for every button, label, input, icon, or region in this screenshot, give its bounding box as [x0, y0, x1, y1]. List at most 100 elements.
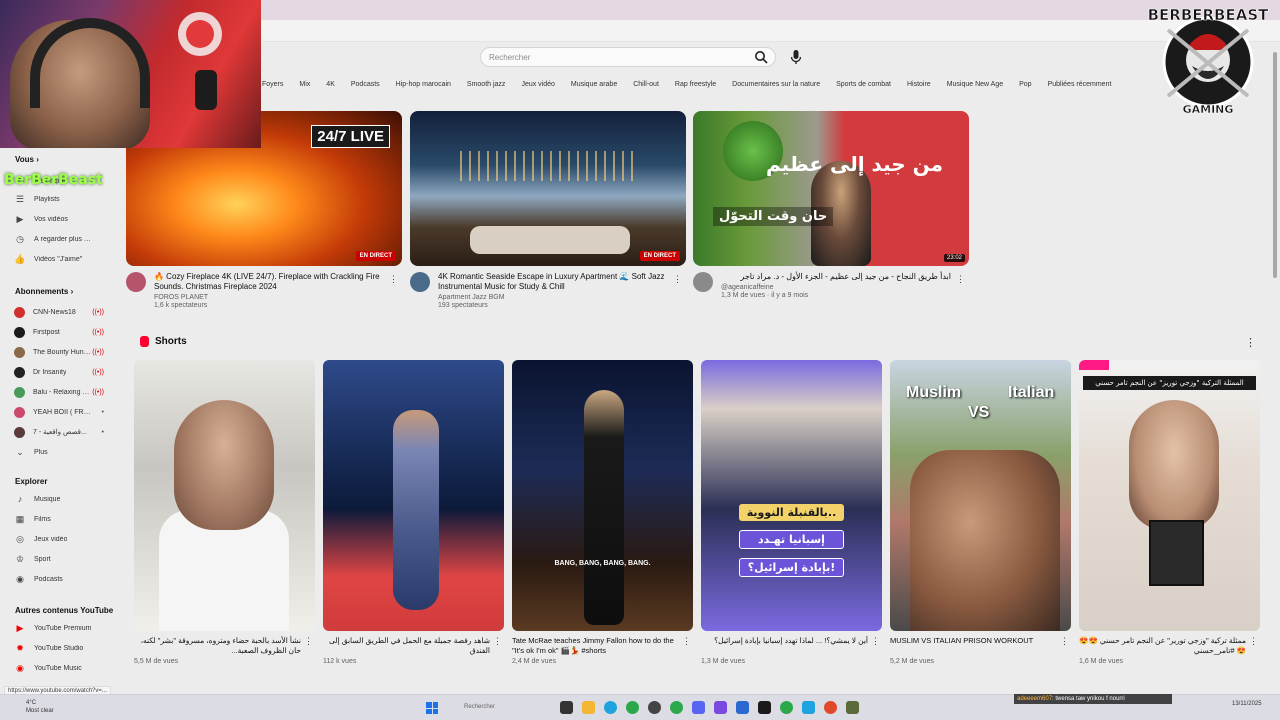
more-options-icon[interactable]: ⋮	[493, 636, 502, 647]
sidebar-item-premium[interactable]: ▶ YouTube Premium	[14, 621, 110, 635]
sidebar-item-subscription[interactable]: Dr Insanity ((•))	[14, 365, 110, 379]
chip-podcasts[interactable]: Podcasts	[351, 78, 380, 92]
app-icon[interactable]	[714, 701, 727, 714]
microphone-icon[interactable]	[789, 49, 803, 65]
more-options-icon[interactable]: ⋮	[682, 636, 691, 647]
more-options-icon[interactable]: ⋮	[1060, 636, 1069, 647]
file-explorer-icon[interactable]	[582, 701, 595, 714]
obs-icon[interactable]	[648, 701, 661, 714]
avatar[interactable]	[126, 272, 146, 292]
short-card[interactable]: الممثلة التركية "وزجي توريز" عن النجم تا…	[1079, 360, 1260, 665]
sidebar-item-films[interactable]: ▦ Films	[14, 512, 110, 526]
chip-hip-hop[interactable]: Hip-hop marocain	[396, 78, 451, 92]
sidebar-item-liked[interactable]: 👍 Vidéos "J'aime"	[14, 252, 110, 266]
chip-foyers[interactable]: Foyers	[262, 78, 283, 92]
clock[interactable]: 13/11/2025	[1232, 700, 1262, 708]
chip-histoire[interactable]: Histoire	[907, 78, 931, 92]
chip-jeux-video[interactable]: Jeux vidéo	[521, 78, 554, 92]
short-card[interactable]: بالقنبلة النووية.. إسبانيا تهـدد بإبادة …	[701, 360, 882, 665]
chip-recent[interactable]: Publiées récemment	[1048, 78, 1112, 92]
app-icon[interactable]	[824, 701, 837, 714]
chip-pop[interactable]: Pop	[1019, 78, 1031, 92]
more-options-icon[interactable]: ⋮	[1249, 636, 1258, 647]
short-thumbnail[interactable]	[323, 360, 504, 631]
weather-widget[interactable]: 4°C Most clear	[26, 699, 54, 715]
avatar[interactable]	[410, 272, 430, 292]
short-thumbnail[interactable]: بالقنبلة النووية.. إسبانيا تهـدد بإبادة …	[701, 360, 882, 631]
sidebar-item-subscription[interactable]: Balu - Relaxing N... ((•))	[14, 385, 110, 399]
sidebar-item-subscription[interactable]: The Bounty Hunt... ((•))	[14, 345, 110, 359]
sidebar-item-sport[interactable]: ♔ Sport	[14, 552, 110, 566]
chip-new-age[interactable]: Musique New Age	[947, 78, 1003, 92]
sidebar-item-subscription[interactable]: YEAH BOII ( FRA... •	[14, 405, 110, 419]
chip-sports-combat[interactable]: Sports de combat	[836, 78, 891, 92]
video-title[interactable]: 4K Romantic Seaside Escape in Luxury Apa…	[438, 272, 668, 292]
short-title[interactable]: Tate McRae teaches Jimmy Fallon how to d…	[512, 636, 679, 656]
channel-name[interactable]: Apartment Jazz BGM	[438, 294, 668, 301]
short-thumbnail[interactable]: الممثلة التركية "وزجي توريز" عن النجم تا…	[1079, 360, 1260, 631]
more-options-icon[interactable]: ⋮	[956, 274, 965, 285]
chip-chill-out[interactable]: Chill-out	[633, 78, 659, 92]
sidebar-item-subscription[interactable]: Firstpost ((•))	[14, 325, 110, 339]
sidebar-section-you[interactable]: Vous ›	[15, 155, 39, 164]
chip-rap-freestyle[interactable]: Rap freestyle	[675, 78, 716, 92]
app-icon[interactable]	[846, 701, 859, 714]
scrollbar-thumb[interactable]	[1273, 52, 1277, 278]
sidebar-item-gaming[interactable]: ◎ Jeux vidéo	[14, 532, 110, 546]
channel-name[interactable]: @ageanicaffeine	[721, 284, 951, 291]
terminal-icon[interactable]	[758, 701, 771, 714]
short-title[interactable]: ممثلة تركية "وزجي تورير" عن النجم تامر ح…	[1079, 636, 1246, 656]
chrome-icon[interactable]	[626, 701, 639, 714]
short-thumbnail[interactable]: BANG, BANG, BANG, BANG.	[512, 360, 693, 631]
discord-icon[interactable]	[692, 701, 705, 714]
short-thumbnail[interactable]	[134, 360, 315, 631]
more-options-icon[interactable]: ⋮	[871, 636, 880, 647]
sidebar-item-more[interactable]: ⌄ Plus	[14, 445, 110, 459]
short-card[interactable]: Muslim VS Italian MUSLIM VS ITALIAN PRIS…	[890, 360, 1071, 665]
taskbar-search[interactable]: Rechercher	[450, 701, 550, 715]
short-card[interactable]: BANG, BANG, BANG, BANG. Tate McRae teach…	[512, 360, 693, 665]
chip-mix[interactable]: Mix	[299, 78, 310, 92]
sidebar-item-studio[interactable]: ✹ YouTube Studio	[14, 641, 110, 655]
edge-icon[interactable]	[604, 701, 617, 714]
video-title[interactable]: ابدأ طريق النجاح - من جيد إلى عظيم - الج…	[721, 272, 951, 282]
chrome-profile-icon[interactable]	[780, 701, 793, 714]
sidebar-item-playlists[interactable]: ☰ Playlists	[14, 192, 110, 206]
windows-start-icon[interactable]	[426, 702, 438, 714]
chip-smooth-jazz[interactable]: Smooth jazz	[467, 78, 506, 92]
task-view-icon[interactable]	[560, 701, 573, 714]
short-title[interactable]: أين لا يمشي؟! ... لماذا تهدد إسبانيا بإب…	[701, 636, 868, 656]
short-title[interactable]: نشأ الأسد بالحبة حضاء ومتروه، مسروقة "بش…	[134, 636, 301, 656]
app-icon[interactable]	[802, 701, 815, 714]
search-icon[interactable]	[754, 50, 770, 64]
video-thumbnail[interactable]: من جيد إلى عظيم حان وقت التحوّل 23:02	[693, 111, 969, 266]
more-options-icon[interactable]: ⋮	[1245, 336, 1256, 349]
sidebar-section-subscriptions[interactable]: Abonnements ›	[15, 287, 73, 296]
sidebar-item-music-app[interactable]: ◉ YouTube Music	[14, 661, 110, 675]
sidebar-item-watch-later[interactable]: ◷ À regarder plus tard	[14, 232, 110, 246]
chip-musique-arabe[interactable]: Musique arabe	[571, 78, 617, 92]
more-options-icon[interactable]: ⋮	[673, 274, 682, 285]
more-options-icon[interactable]: ⋮	[389, 274, 398, 285]
chip-documentaires[interactable]: Documentaires sur la nature	[732, 78, 820, 92]
channel-name[interactable]: FOROS PLANET	[154, 294, 384, 301]
sidebar-item-podcasts[interactable]: ◉ Podcasts	[14, 572, 110, 586]
sidebar-item-subscription[interactable]: 7 - قصص واقعية... •	[14, 425, 110, 439]
search-input[interactable]: Rechercher	[480, 47, 776, 67]
short-card[interactable]: نشأ الأسد بالحبة حضاء ومتروه، مسروقة "بش…	[134, 360, 315, 665]
app-icon[interactable]	[736, 701, 749, 714]
short-title[interactable]: شاهد رقصة جميلة مع الحمل في الطريق الساب…	[323, 636, 490, 656]
chrome-profile-icon[interactable]	[670, 701, 683, 714]
video-card[interactable]: من جيد إلى عظيم حان وقت التحوّل 23:02 اب…	[693, 111, 969, 299]
chip-4k[interactable]: 4K	[326, 78, 335, 92]
scrollbar[interactable]	[1272, 44, 1278, 684]
more-options-icon[interactable]: ⋮	[304, 636, 313, 647]
video-card[interactable]: EN DIRECT 4K Romantic Seaside Escape in …	[410, 111, 686, 309]
short-card[interactable]: شاهد رقصة جميلة مع الحمل في الطريق الساب…	[323, 360, 504, 665]
video-title[interactable]: 🔥 Cozy Fireplace 4K (LIVE 24/7). Firepla…	[154, 272, 384, 292]
avatar[interactable]	[693, 272, 713, 292]
video-thumbnail[interactable]: EN DIRECT	[410, 111, 686, 266]
short-title[interactable]: MUSLIM VS ITALIAN PRISON WORKOUT	[890, 636, 1057, 656]
sidebar-item-your-videos[interactable]: ▶ Vos vidéos	[14, 212, 110, 226]
short-thumbnail[interactable]: Muslim VS Italian	[890, 360, 1071, 631]
